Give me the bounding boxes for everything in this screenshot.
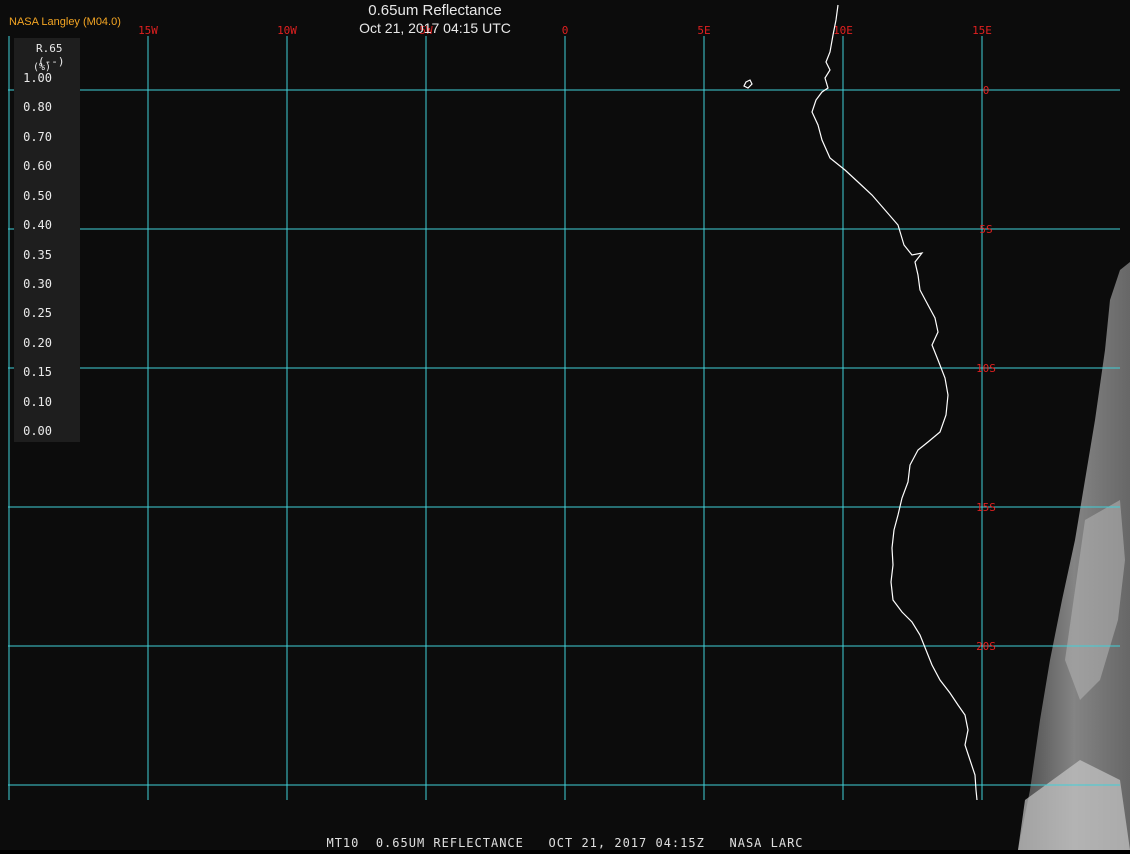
latitude-label: 5S [979, 223, 992, 236]
legend-tick-label: 0.70 [23, 129, 52, 144]
legend-tick-label: 0.80 [23, 100, 52, 115]
legend-tick-label: 0.25 [23, 306, 52, 321]
latitude-label: 10S [976, 362, 996, 375]
legend-variable: R.65 [36, 42, 63, 55]
legend-tick-label: 0.50 [23, 188, 52, 203]
satellite-map: 15W 10W 5W 0 5E 10E 15E 0 5S 10S 15S 20S 0.65um Ref… [0, 0, 1130, 850]
legend-tick-label: 0.30 [23, 276, 52, 291]
latitude-label: 0 [983, 84, 990, 97]
latitude-label: 15S [976, 501, 996, 514]
color-legend [14, 38, 80, 442]
legend-tick-label: 0.10 [23, 394, 52, 409]
legend-tick-label: 0.35 [23, 247, 52, 262]
coastline [811, 4, 978, 801]
footer-caption: MT10 0.65UM REFLECTANCE OCT 21, 2017 04:… [326, 836, 804, 850]
map-datetime: Oct 21, 2017 04:15 UTC [359, 20, 511, 36]
legend-tick-label: 0.00 [23, 424, 52, 438]
legend-tick-label: 0.60 [23, 159, 52, 174]
legend-tick-label: 0.40 [23, 218, 52, 233]
latitude-label: 20S [976, 640, 996, 653]
brand-label: NASA Langley (M04.0) [9, 16, 121, 28]
map-canvas: 15W 10W 5W 0 5E 10E 15E05S10S15S20S [8, 4, 1130, 850]
map-title: 0.65um Reflectance [368, 2, 502, 19]
legend-tick-label: 0.15 [23, 365, 52, 380]
legend-tick-label: 1.00 [23, 71, 52, 85]
island [743, 79, 753, 89]
graticule: 15W 10W 5W 0 5E 10E 15E05S10S15S20S [8, 24, 1120, 800]
legend-tick-label: 0.20 [23, 335, 52, 350]
